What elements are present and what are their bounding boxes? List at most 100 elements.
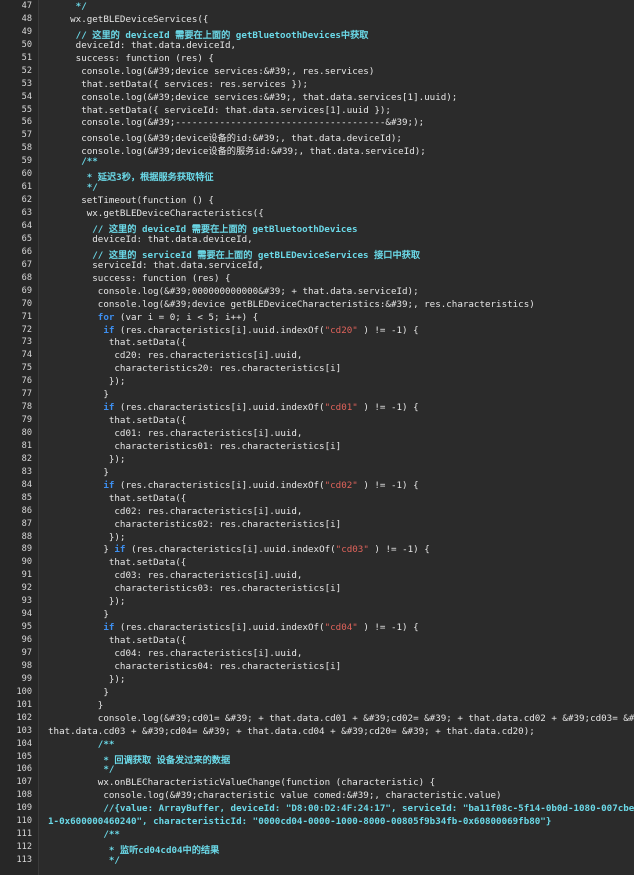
code-line: 72 if (res.characteristics[i].uuid.index… xyxy=(0,325,634,338)
code-token: for xyxy=(48,311,115,323)
line-number: 110 xyxy=(16,816,32,827)
code-text: cd03: res.characteristics[i].uuid, xyxy=(48,570,302,581)
code-token: (res.characteristics[i].uuid.indexOf( xyxy=(114,324,325,336)
code-token: console.log(&#39;-----------------------… xyxy=(48,117,425,129)
code-text: cd20: res.characteristics[i].uuid, xyxy=(48,350,302,361)
code-text: console.log(&#39;device设备的服务id:&#39;, th… xyxy=(48,143,426,157)
line-number: 71 xyxy=(21,311,32,322)
code-text: that.data.cd03 + &#39;cd04= &#39; + that… xyxy=(48,726,535,737)
line-number: 81 xyxy=(21,440,32,451)
code-text: characteristics02: res.characteristics[i… xyxy=(48,519,341,530)
code-text: console.log(&#39;device getBLEDeviceChar… xyxy=(48,299,535,310)
line-number: 88 xyxy=(21,531,32,542)
line-number: 61 xyxy=(21,182,32,193)
code-token: "cd20" xyxy=(324,324,358,336)
code-text: // 这里的 deviceId 需要在上面的 getBluetoothDevic… xyxy=(48,221,357,235)
code-text: }); xyxy=(48,674,126,685)
code-line: 50 deviceId: that.data.deviceId, xyxy=(0,40,634,53)
line-number: 84 xyxy=(21,479,32,490)
code-text: }); xyxy=(48,596,126,607)
code-text: characteristics03: res.characteristics[i… xyxy=(48,583,341,594)
code-text: }); xyxy=(48,376,126,387)
code-line: 82 }); xyxy=(0,454,634,467)
line-number: 51 xyxy=(21,52,32,63)
code-line: 87 characteristics02: res.characteristic… xyxy=(0,519,634,532)
code-text: * 回调获取 设备发过来的数据 xyxy=(48,752,230,766)
code-text: */ xyxy=(48,764,114,775)
code-line: 85 that.setData({ xyxy=(0,493,634,506)
code-line: 83 } xyxy=(0,467,634,480)
line-number: 95 xyxy=(21,622,32,633)
code-text: that.setData({ serviceId: that.data.serv… xyxy=(48,105,391,116)
code-line: 57 console.log(&#39;device设备的id:&#39;, t… xyxy=(0,130,634,144)
code-text: /** xyxy=(48,829,120,840)
code-token: deviceId: that.data.deviceId, xyxy=(48,233,253,245)
code-text: }); xyxy=(48,531,126,543)
code-text: that.setData({ services: res.services })… xyxy=(48,79,308,90)
code-text: } xyxy=(48,467,109,478)
line-number: 89 xyxy=(21,544,32,555)
code-token: } xyxy=(48,466,109,478)
code-line: 102 console.log(&#39;cd01= &#39; + that.… xyxy=(0,713,634,726)
code-line: 97 cd04: res.characteristics[i].uuid, xyxy=(0,648,634,661)
line-number: 112 xyxy=(16,842,32,853)
line-number: 75 xyxy=(21,363,32,374)
code-text: success: function (res) { xyxy=(48,53,214,64)
code-line: 110 1-0x600000460240", characteristicId: … xyxy=(0,816,634,829)
code-token: wx.getBLEDeviceCharacteristics({ xyxy=(48,208,264,220)
code-token: success: function (res) { xyxy=(48,52,214,64)
code-line: 92 characteristics03: res.characteristic… xyxy=(0,583,634,596)
code-token: that.setData({ serviceId: that.data.serv… xyxy=(48,104,391,116)
code-text: console.log(&#39;characteristic value co… xyxy=(48,790,501,801)
code-text: /** xyxy=(48,739,115,750)
code-token: serviceId: that.data.serviceId, xyxy=(48,259,264,271)
line-number: 48 xyxy=(21,13,32,24)
code-line: 73 that.setData({ xyxy=(0,337,634,350)
code-token: "cd03" xyxy=(335,544,369,556)
code-line: 113 */ xyxy=(0,855,634,868)
code-token: }); xyxy=(48,531,126,543)
code-token: console.log(&#39;device getBLEDeviceChar… xyxy=(48,298,535,310)
code-token: */ xyxy=(48,855,120,867)
line-number: 87 xyxy=(21,518,32,529)
line-number: 66 xyxy=(21,246,32,257)
code-line: 53 that.setData({ services: res.services… xyxy=(0,79,634,92)
code-text: characteristics01: res.characteristics[i… xyxy=(48,441,341,452)
line-number: 49 xyxy=(21,26,32,37)
code-text: that.setData({ xyxy=(48,557,186,568)
code-line: 94 } xyxy=(0,609,634,622)
code-token: ) != -1) { xyxy=(357,622,419,634)
line-number: 57 xyxy=(21,130,32,141)
code-text: //{value: ArrayBuffer, deviceId: "D8:00:… xyxy=(48,803,634,814)
code-text: /** xyxy=(48,156,98,167)
line-number: 97 xyxy=(21,648,32,658)
code-line: 54 console.log(&#39;device services:&#39… xyxy=(0,92,634,105)
code-token: console.log(&#39;device services:&#39;, … xyxy=(48,65,375,77)
code-token: "cd01" xyxy=(324,402,358,414)
code-line: 79 that.setData({ xyxy=(0,415,634,428)
line-number: 93 xyxy=(21,596,32,607)
line-number: 98 xyxy=(21,660,32,671)
code-token: } xyxy=(48,609,109,621)
line-number: 76 xyxy=(21,376,32,387)
code-text: success: function (res) { xyxy=(48,273,230,284)
line-number: 107 xyxy=(16,777,32,788)
code-token: /** xyxy=(48,829,120,841)
code-text: console.log(&#39;device设备的id:&#39;, that… xyxy=(48,130,402,144)
code-text: cd02: res.characteristics[i].uuid, xyxy=(48,506,302,517)
code-line: 108 console.log(&#39;characteristic valu… xyxy=(0,790,634,803)
code-text: } xyxy=(48,700,104,711)
code-line: 66 // 这里的 serviceId 需要在上面的 getBLEDeviceS… xyxy=(0,246,634,261)
code-text: that.setData({ xyxy=(48,337,186,348)
line-number: 111 xyxy=(16,829,32,840)
code-token: characteristics02: res.characteristics[i… xyxy=(48,518,342,530)
code-line: 76 }); xyxy=(0,376,634,389)
code-line: 65 deviceId: that.data.deviceId, xyxy=(0,234,634,247)
line-number: 55 xyxy=(21,104,32,115)
line-number: 70 xyxy=(21,298,32,309)
line-number: 56 xyxy=(21,117,32,128)
code-token: deviceId: that.data.deviceId, xyxy=(48,39,237,51)
code-text: // 这里的 serviceId 需要在上面的 getBLEDeviceServ… xyxy=(48,247,420,261)
line-number: 80 xyxy=(21,428,32,439)
line-number: 54 xyxy=(21,91,32,102)
